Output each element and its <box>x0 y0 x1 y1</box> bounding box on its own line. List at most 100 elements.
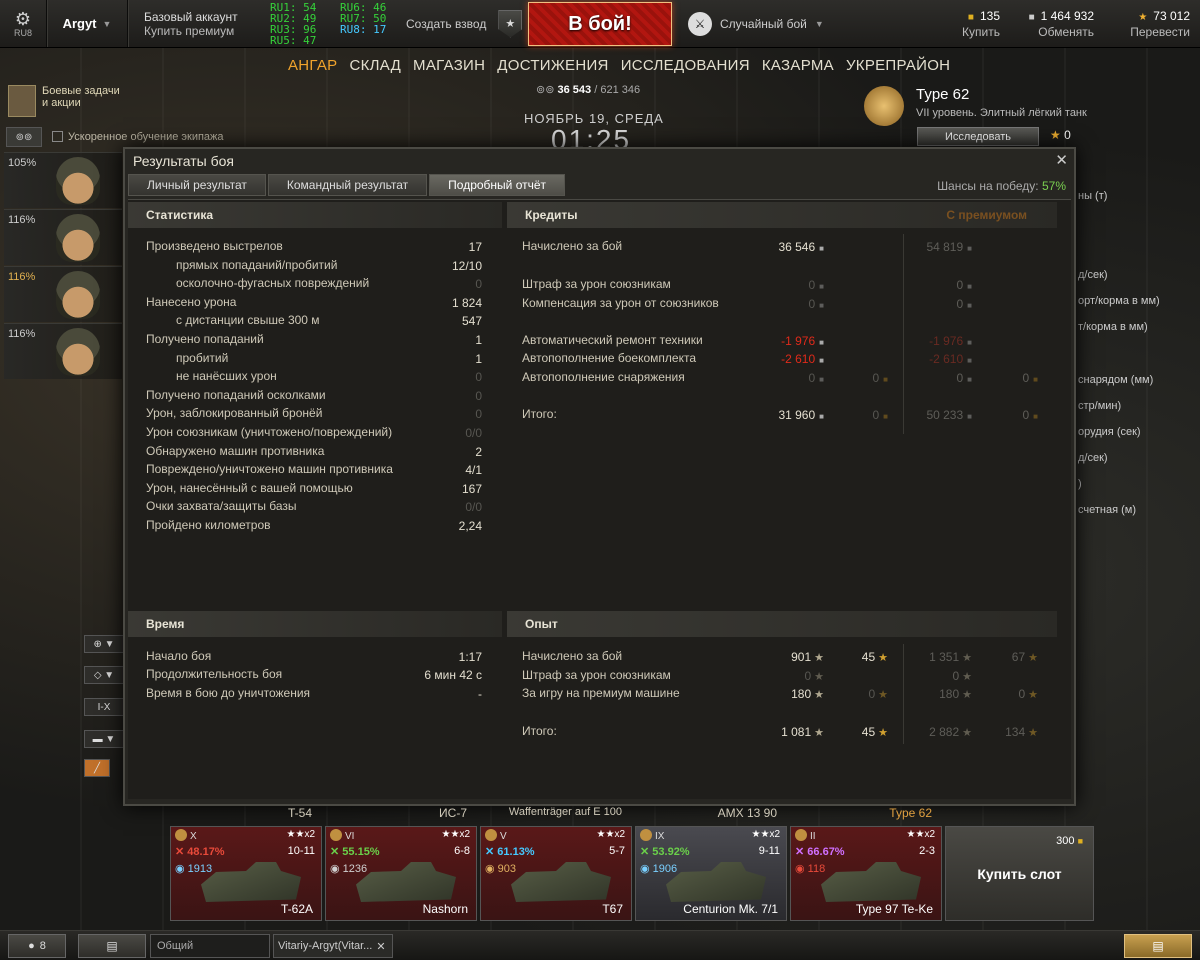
transfer-xp-link[interactable]: Перевести <box>1130 25 1190 40</box>
double-xp-badge: ★★x2 <box>286 829 316 840</box>
buy-slot-button[interactable]: 300 ■ Купить слот <box>945 826 1094 921</box>
double-xp-badge: ★★x2 <box>596 829 626 840</box>
xp-total-premium: 2 882 ★ <box>929 725 972 739</box>
contacts-button[interactable]: ● 8 <box>8 934 66 958</box>
tank-card[interactable]: VI ★★x2 ✕ 55.15% 6-8 ◉ 1236 Nashorn <box>325 826 477 921</box>
tank-card[interactable]: X ★★x2 ✕ 48.17% 10-11 ◉ 1913 T-62A <box>170 826 322 921</box>
stat-value: 1 <box>475 351 482 366</box>
tank-card[interactable]: IX ★★x2 ✕ 53.92% 9-11 ◉ 1906 Centurion Mk. 7/… <box>635 826 787 921</box>
gold-balance[interactable]: ■ 135 Купить <box>948 0 1000 48</box>
credits-icon: ■ <box>819 356 824 365</box>
menu-hangar[interactable]: АНГАР <box>288 57 337 74</box>
exp-current: 36 543 <box>557 84 592 96</box>
tank-param-fragment: т/корма в мм) <box>1078 321 1148 333</box>
tank-filter[interactable]: ▬ ▼ <box>84 730 124 748</box>
crew-skill-percent: 116% <box>8 328 36 340</box>
menu-achievements[interactable]: ДОСТИЖЕНИЯ <box>497 57 608 74</box>
crew-skill-percent: 116% <box>8 214 36 226</box>
battle-levels: 5-7 <box>609 845 625 857</box>
checkbox-icon <box>52 131 63 142</box>
free-xp-icon: ★ <box>1028 652 1038 664</box>
research-button[interactable]: Исследовать <box>917 127 1039 146</box>
dialog-body: Статистика Произведено выстрелов 17 прямых… <box>128 199 1071 799</box>
stripe-icon: ╱ <box>93 762 101 774</box>
menu-stronghold[interactable]: УКРЕПРАЙОН <box>846 57 950 74</box>
time-value: - <box>478 687 482 701</box>
tank-param-fragment: д/сек) <box>1078 452 1108 464</box>
tank-icon: ▬ ▼ <box>92 733 116 745</box>
server-menu[interactable]: ⚙ RU8 <box>0 0 46 47</box>
xp-premium-tank-value: 180 ★ <box>791 687 824 701</box>
double-xp-badge: ★★x2 <box>906 829 936 840</box>
create-platoon-button[interactable]: Создать взвод ★ <box>396 0 532 47</box>
tab-personal-result[interactable]: Личный результат <box>128 174 266 196</box>
credits-ally-comp-premium: 0 ■ <box>956 297 972 311</box>
tank-card[interactable]: V ★★x2 ✕ 61.13% 5-7 ◉ 903 T67 <box>480 826 632 921</box>
time-header: Время <box>128 611 502 637</box>
channel-common-tab[interactable]: Общий <box>150 934 270 958</box>
channel-private-tab[interactable]: Vitariy-Argyt(Vitar... ✕ <box>273 934 393 958</box>
user-menu[interactable]: Argyt ▼ <box>47 0 127 47</box>
stripe-filter-button[interactable]: ╱ <box>84 759 110 777</box>
notifications-button[interactable]: ▤ <box>1124 934 1192 958</box>
tab-team-result[interactable]: Командный результат <box>267 174 428 196</box>
mastery-icon: ◉ <box>640 863 653 875</box>
win-chance-value: 57% <box>1041 179 1066 193</box>
dialog-tabs: Личный результат Командный результат Под… <box>128 174 566 196</box>
menu-barracks[interactable]: КАЗАРМА <box>762 57 834 74</box>
mastery-icon <box>330 829 342 841</box>
gold-value: 135 <box>979 8 1000 23</box>
stat-value: 2,24 <box>458 519 482 533</box>
type-filter[interactable]: ◇ ▼ <box>84 666 124 684</box>
tank-card[interactable]: II ★★x2 ✕ 66.67% 2-3 ◉ 118 Type 97 Te-Ke <box>790 826 942 921</box>
crew-member[interactable]: 116% <box>4 209 122 265</box>
buy-gold-link[interactable]: Купить <box>962 25 1000 40</box>
tab-detailed-report[interactable]: Подробный отчёт <box>429 174 566 196</box>
nation-filter[interactable]: ⊕ ▼ <box>84 635 124 653</box>
create-platoon-label: Создать взвод <box>406 16 487 31</box>
notification-icon: ▤ <box>1152 939 1164 953</box>
credits-balance[interactable]: ■ 1 464 932 Обменять <box>1022 0 1094 48</box>
stat-label: Урон союзникам (уничтожено/повреждений) <box>146 425 393 439</box>
tank-tier: II <box>795 829 816 842</box>
crew-toggle-button[interactable]: ⊚⊚ <box>6 127 42 147</box>
credits-ally-comp-value: 0 ■ <box>808 297 824 311</box>
premium-header: С премиумом <box>946 208 1027 222</box>
crew-portrait <box>56 157 100 205</box>
globe-icon: ⊕ ▼ <box>93 638 115 650</box>
gold-icon: ■ <box>883 375 888 384</box>
close-icon[interactable]: ✕ <box>376 940 385 953</box>
stat-label: Получено попаданий осколками <box>146 387 326 402</box>
free-xp-balance[interactable]: ★ 73 012 Перевести <box>1120 0 1190 48</box>
gold-icon: ■ <box>967 11 974 23</box>
tank-label: T-54 <box>287 806 312 820</box>
carousel-top-row: T-54 ИС-7 Waffenträger auf E 100 AMX 13 … <box>170 806 945 820</box>
credits-icon: ■ <box>819 282 824 291</box>
credits-equip-premium-gold: 0 ■ <box>1022 371 1038 385</box>
stat-label: прямых попаданий/пробитий <box>176 257 338 272</box>
battle-button[interactable]: В бой! <box>528 2 672 46</box>
star-icon: ★ <box>814 689 824 701</box>
exchange-link[interactable]: Обменять <box>1038 25 1094 40</box>
missions-button[interactable]: Боевые задачи и акции <box>8 85 126 117</box>
buy-premium-link[interactable]: Купить премиум <box>144 24 262 38</box>
close-icon[interactable]: ✕ <box>1055 151 1068 169</box>
battle-type-select[interactable]: ⚔ Случайный бой ▼ <box>688 0 824 48</box>
accelerated-training-checkbox[interactable]: Ускоренное обучение экипажа <box>52 131 224 143</box>
free-xp-icon: ★ <box>1028 727 1038 739</box>
menu-depot[interactable]: СКЛАД <box>349 57 401 74</box>
tank-label: Type 62 <box>889 806 932 820</box>
tier-filter[interactable]: I-X <box>84 698 124 716</box>
crew-member[interactable]: 116% <box>4 323 122 379</box>
messages-button[interactable]: ▤ <box>78 934 146 958</box>
crew-member[interactable]: 105% <box>4 152 122 208</box>
username: Argyt <box>62 16 97 31</box>
menu-shop[interactable]: МАГАЗИН <box>413 57 485 74</box>
stat-value: 0 <box>475 407 482 422</box>
menu-research[interactable]: ИССЛЕДОВАНИЯ <box>621 57 750 74</box>
tank-name: Type 62 <box>916 86 970 103</box>
win-chance-label: Шансы на победу: <box>937 179 1039 193</box>
crew-portrait <box>56 271 100 319</box>
crew-member[interactable]: 116% <box>4 266 122 322</box>
stat-value: 2 <box>475 444 482 459</box>
